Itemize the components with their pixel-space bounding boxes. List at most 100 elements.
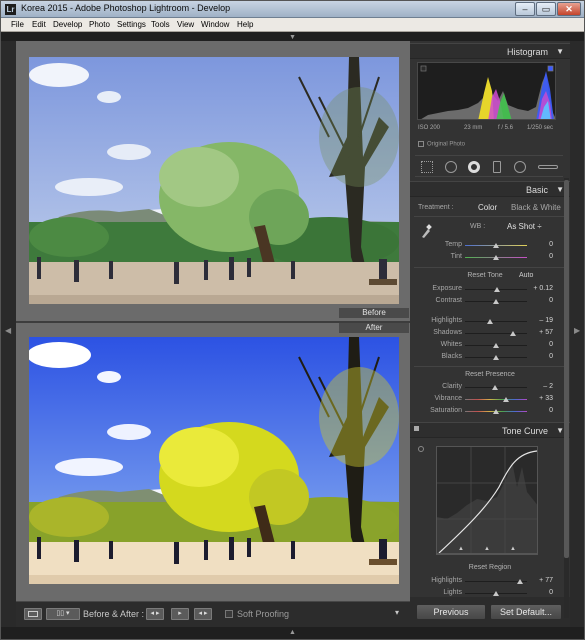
copy-before-to-after-button[interactable]: ◂ ▸	[146, 608, 164, 620]
clarity-slider[interactable]	[465, 385, 527, 390]
slider-thumb[interactable]	[493, 343, 499, 348]
whites-slider[interactable]	[465, 343, 527, 348]
slider-thumb[interactable]	[493, 355, 499, 360]
vibrance-value[interactable]: + 33	[531, 395, 553, 402]
target-adjust-icon[interactable]	[418, 446, 424, 452]
tone-curve-header[interactable]: Tone Curve ▼	[410, 422, 570, 438]
tint-slider[interactable]	[465, 255, 527, 260]
maximize-button[interactable]: ▭	[536, 2, 556, 16]
treatment-bw-button[interactable]: Black & White	[511, 203, 561, 212]
radial-filter-icon[interactable]	[514, 161, 526, 173]
highlights-slider[interactable]	[465, 319, 527, 324]
panel-scrollbar[interactable]	[564, 178, 569, 618]
split-midtone-handle[interactable]: ▲	[484, 546, 490, 552]
clarity-value[interactable]: – 2	[531, 383, 553, 390]
image-view: Before After	[16, 41, 410, 601]
saturation-label: Saturation	[430, 407, 462, 414]
original-photo-toggle[interactable]: Original Photo	[418, 141, 465, 148]
exposure-value[interactable]: + 0.12	[531, 285, 553, 292]
crop-tool-icon[interactable]	[421, 161, 433, 173]
loupe-view-button[interactable]	[24, 608, 42, 620]
spot-removal-tool-icon[interactable]	[445, 161, 457, 173]
temp-value[interactable]: 0	[531, 241, 553, 248]
slider-thumb[interactable]	[493, 299, 499, 304]
treatment-label: Treatment :	[418, 204, 454, 211]
curve-lights-slider[interactable]	[465, 591, 527, 596]
blacks-value[interactable]: 0	[531, 353, 553, 360]
shadows-label: Shadows	[433, 329, 462, 336]
slider-thumb[interactable]	[494, 287, 501, 292]
basic-header[interactable]: Basic ▼	[410, 181, 570, 197]
highlights-value[interactable]: – 19	[531, 317, 553, 324]
menu-file[interactable]: File	[11, 20, 24, 29]
menu-help[interactable]: Help	[237, 20, 253, 29]
previous-button[interactable]: Previous	[416, 604, 486, 620]
slider-thumb[interactable]	[516, 579, 523, 584]
toolbar-menu-icon[interactable]: ▾	[395, 608, 399, 617]
tint-value[interactable]: 0	[531, 253, 553, 260]
menu-view[interactable]: View	[177, 20, 194, 29]
wb-label: WB :	[470, 223, 486, 230]
panel-switch-icon[interactable]	[414, 426, 419, 431]
slider-thumb[interactable]	[510, 331, 517, 336]
menu-photo[interactable]: Photo	[89, 20, 110, 29]
temp-slider[interactable]	[465, 243, 527, 248]
exposure-slider[interactable]	[465, 287, 527, 292]
reset-tone-button[interactable]: Reset Tone	[460, 272, 510, 279]
white-balance-picker-icon[interactable]	[420, 224, 432, 238]
whites-value[interactable]: 0	[531, 341, 553, 348]
curve-lights-value[interactable]: 0	[531, 589, 553, 596]
menu-settings[interactable]: Settings	[117, 20, 146, 29]
menu-edit[interactable]: Edit	[32, 20, 46, 29]
slider-thumb[interactable]	[487, 319, 494, 324]
saturation-slider[interactable]	[465, 409, 527, 414]
saturation-value[interactable]: 0	[531, 407, 553, 414]
soft-proofing-checkbox[interactable]	[225, 610, 233, 618]
graduated-filter-icon[interactable]	[493, 161, 501, 173]
right-panel-toggle[interactable]: ▶	[570, 41, 584, 627]
view-mode-dropdown[interactable]: ▯▯ ▾	[46, 608, 80, 620]
slider-thumb[interactable]	[502, 397, 509, 402]
minimize-button[interactable]: –	[515, 2, 535, 16]
slider-thumb[interactable]	[492, 385, 499, 390]
menu-tools[interactable]: Tools	[151, 20, 170, 29]
vibrance-label: Vibrance	[434, 395, 462, 402]
reset-presence-button[interactable]: Reset Presence	[450, 371, 530, 378]
after-label: After	[339, 323, 409, 333]
adjustment-brush-icon[interactable]	[538, 165, 558, 169]
wb-dropdown[interactable]: As Shot ÷	[507, 222, 542, 231]
contrast-slider[interactable]	[465, 299, 527, 304]
menu-develop[interactable]: Develop	[53, 20, 82, 29]
contrast-value[interactable]: 0	[531, 297, 553, 304]
treatment-color-button[interactable]: Color	[478, 203, 497, 212]
curve-highlights-slider[interactable]	[465, 579, 527, 584]
reset-region-button[interactable]: Reset Region	[450, 564, 530, 571]
histogram-header[interactable]: Histogram ▼	[410, 43, 570, 59]
lightroom-window: Lr Korea 2015 - Adobe Photoshop Lightroo…	[0, 0, 585, 640]
split-highlight-handle[interactable]: ▲	[510, 546, 516, 552]
split-shadow-handle[interactable]: ▲	[458, 546, 464, 552]
left-panel-toggle[interactable]: ◀	[1, 41, 16, 627]
shadows-slider[interactable]	[465, 331, 527, 336]
tone-curve-graph[interactable]	[436, 446, 538, 554]
scrollbar-thumb[interactable]	[564, 180, 569, 558]
menu-window[interactable]: Window	[201, 20, 229, 29]
shadows-value[interactable]: + 57	[531, 329, 553, 336]
vibrance-slider[interactable]	[465, 397, 527, 402]
temp-label: Temp	[444, 241, 462, 248]
filmstrip-toggle[interactable]: ▲	[1, 627, 584, 639]
top-panel-toggle[interactable]: ▲	[1, 32, 584, 41]
copy-after-to-before-button[interactable]: ▸	[171, 608, 189, 620]
red-eye-tool-icon[interactable]	[468, 161, 480, 173]
curve-highlights-value[interactable]: + 77	[531, 577, 553, 584]
triangle-up-icon: ▲	[289, 629, 296, 636]
auto-tone-button[interactable]: Auto	[519, 272, 533, 279]
slider-thumb[interactable]	[493, 255, 499, 260]
slider-thumb[interactable]	[493, 591, 499, 596]
set-default-button[interactable]: Set Default...	[490, 604, 562, 620]
slider-thumb[interactable]	[493, 243, 499, 248]
swap-before-after-button[interactable]: ◂ ▸	[194, 608, 212, 620]
blacks-slider[interactable]	[465, 355, 527, 360]
close-button[interactable]: ✕	[557, 2, 581, 16]
slider-thumb[interactable]	[493, 409, 499, 414]
